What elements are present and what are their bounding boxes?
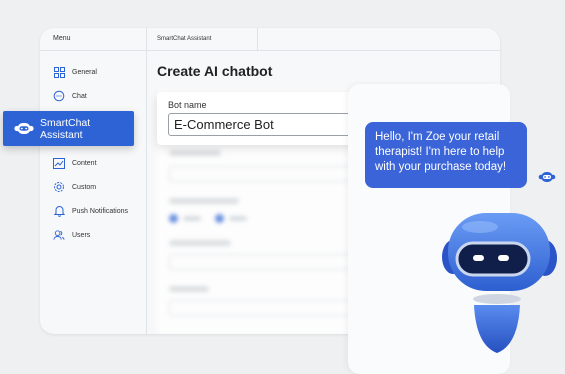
sidebar-item-general[interactable]: General	[53, 64, 97, 80]
tab-label: SmartChat Assistant	[157, 36, 212, 42]
sidebar-item-label: General	[72, 68, 97, 76]
users-icon	[53, 229, 65, 241]
bot-name-input[interactable]: E-Commerce Bot	[168, 113, 355, 136]
bot-name-label: Bot name	[168, 100, 207, 110]
sidebar-item-label: Content	[72, 159, 97, 167]
sidebar-item-label: Users	[72, 231, 91, 239]
robot-icon	[14, 121, 34, 136]
gear-icon	[53, 181, 65, 193]
sidebar-item-push-notifications[interactable]: Push Notifications	[53, 203, 128, 219]
page-title: Create AI chatbot	[157, 63, 273, 79]
smartchat-assistant-callout[interactable]: SmartChat Assistant	[3, 111, 134, 146]
field-label	[169, 240, 231, 246]
top-bar: Menu SmartChat Assistant	[40, 28, 500, 51]
robot-mascot-icon	[440, 205, 565, 360]
radio-option[interactable]	[169, 214, 178, 223]
field-label	[169, 150, 221, 156]
sidebar-item-label: Push Notifications	[72, 207, 129, 215]
sidebar-item-custom[interactable]: Custom	[53, 179, 96, 195]
menu-title: Menu	[53, 35, 71, 42]
sidebar-item-users[interactable]: Users	[53, 227, 90, 243]
sidebar-divider	[146, 50, 147, 334]
sidebar-item-chat[interactable]: Chat	[53, 88, 87, 104]
chart-icon	[53, 157, 65, 169]
sidebar-item-content[interactable]: Content	[53, 155, 97, 171]
form-field[interactable]	[169, 166, 361, 182]
radio-option[interactable]	[215, 214, 224, 223]
sidebar-item-label: Custom	[72, 183, 97, 191]
sidebar-item-label: Chat	[72, 92, 87, 100]
tab-smartchat-assistant[interactable]: SmartChat Assistant	[146, 28, 258, 50]
bot-name-value: E-Commerce Bot	[174, 117, 274, 132]
chat-icon	[53, 90, 65, 102]
bot-name-field: Bot name E-Commerce Bot	[157, 92, 357, 145]
field-label	[169, 286, 209, 292]
bell-icon	[53, 205, 65, 217]
field-label	[169, 198, 239, 204]
form-field[interactable]	[169, 300, 361, 316]
grid-icon	[53, 66, 65, 78]
radio-label	[229, 216, 247, 221]
callout-label: SmartChat Assistant	[40, 116, 91, 141]
chat-bubble: Hello, I'm Zoe your retail therapist! I'…	[365, 122, 527, 188]
form-field[interactable]	[169, 254, 361, 270]
radio-label	[183, 216, 201, 221]
robot-icon	[538, 170, 556, 189]
